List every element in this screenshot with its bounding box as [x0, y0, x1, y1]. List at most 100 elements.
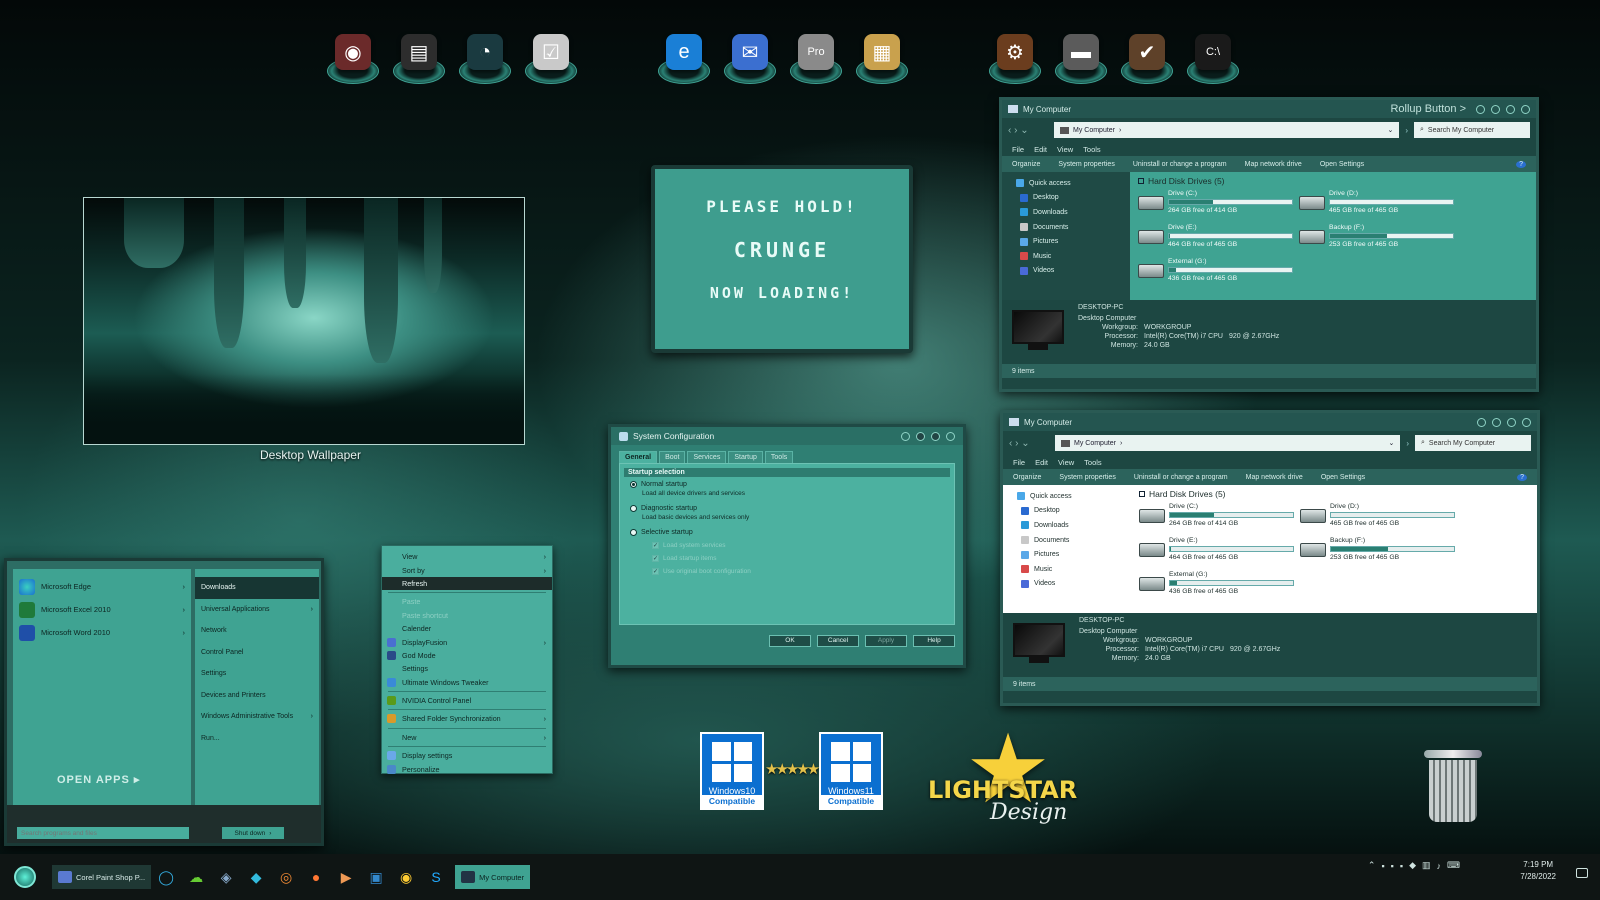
- drive-tile[interactable]: Drive (E:) 464 GB free of 465 GB: [1139, 537, 1294, 565]
- media-app-icon[interactable]: ▶: [335, 866, 357, 888]
- minimize-button[interactable]: [1491, 104, 1500, 114]
- edge-browser-icon[interactable]: e: [654, 30, 714, 90]
- close-button[interactable]: [1522, 417, 1531, 427]
- drive-tile[interactable]: Drive (C:) 264 GB free of 414 GB: [1138, 190, 1293, 218]
- menu-item-sort-by[interactable]: Sort by ›: [382, 563, 552, 576]
- terminal-app-icon[interactable]: C:\: [1183, 30, 1243, 90]
- explorer-app-icon[interactable]: ▣: [365, 866, 387, 888]
- close-button[interactable]: [1521, 104, 1530, 114]
- load-startup-items-checkbox[interactable]: ✓ Load startup items: [652, 555, 944, 562]
- rollup-circle-button[interactable]: [1476, 104, 1485, 114]
- cassette-app-icon[interactable]: ▤: [389, 30, 449, 90]
- command-system-properties[interactable]: System properties: [1058, 161, 1114, 168]
- drive-tile[interactable]: Drive (D:) 465 GB free of 465 GB: [1300, 503, 1455, 531]
- forward-icon[interactable]: ›: [1406, 439, 1409, 448]
- menu-item-paste-shortcut[interactable]: Paste shortcut: [382, 609, 552, 622]
- selective-startup-radio[interactable]: Selective startup: [630, 529, 944, 536]
- language-icon[interactable]: ⌨: [1447, 860, 1460, 871]
- minimize-button[interactable]: [1492, 417, 1501, 427]
- help-icon[interactable]: ?: [1517, 473, 1527, 481]
- help-button[interactable]: Help: [913, 635, 955, 647]
- maximize-button[interactable]: [1506, 104, 1515, 114]
- start-place-windows-administrative-tools[interactable]: Windows Administrative Tools ›: [195, 706, 319, 728]
- tab-boot[interactable]: Boot: [659, 451, 686, 463]
- menu-item-paste[interactable]: Paste: [382, 595, 552, 608]
- menu-item-nvidia-control-panel[interactable]: NVIDIA Control Panel: [382, 694, 552, 707]
- nav-item-desktop[interactable]: Desktop: [1017, 504, 1131, 519]
- search-box[interactable]: ⌕ Search My Computer: [1415, 435, 1531, 451]
- command-system-properties[interactable]: System properties: [1059, 474, 1115, 481]
- nav-arrows[interactable]: ‹ › ⌄: [1009, 438, 1049, 449]
- nav-item-pictures[interactable]: Pictures: [1017, 547, 1131, 562]
- command-uninstall-or-change-a-program[interactable]: Uninstall or change a program: [1133, 161, 1227, 168]
- google-earth-pro-icon[interactable]: Pro: [786, 30, 846, 90]
- tray-app-icon[interactable]: ▪: [1381, 861, 1384, 871]
- drive-tile[interactable]: External (G:) 436 GB free of 465 GB: [1138, 258, 1293, 286]
- command-organize[interactable]: Organize: [1013, 474, 1041, 481]
- menu-item-displayfusion[interactable]: DisplayFusion ›: [382, 635, 552, 648]
- start-item-excel[interactable]: Microsoft Excel 2010 ›: [13, 598, 191, 621]
- tab-tools[interactable]: Tools: [764, 451, 794, 463]
- open-apps-button[interactable]: OPEN APPS ▸: [57, 773, 140, 786]
- chrome-icon[interactable]: ◉: [395, 866, 417, 888]
- notification-icon[interactable]: [1576, 868, 1588, 878]
- start-place-network[interactable]: Network: [195, 620, 319, 642]
- tab-startup[interactable]: Startup: [728, 451, 763, 463]
- security-icon[interactable]: ◆: [1409, 860, 1416, 871]
- start-place-settings[interactable]: Settings: [195, 663, 319, 685]
- command-uninstall-or-change-a-program[interactable]: Uninstall or change a program: [1134, 474, 1228, 481]
- menu-file[interactable]: File: [1013, 458, 1025, 467]
- tab-general[interactable]: General: [619, 451, 658, 463]
- maximize-button[interactable]: [931, 431, 940, 441]
- tray-expand-icon[interactable]: ⌃: [1368, 860, 1376, 871]
- cortana-icon[interactable]: ◯: [155, 866, 177, 888]
- tab-services[interactable]: Services: [687, 451, 727, 463]
- nav-item-music[interactable]: Music: [1017, 562, 1131, 577]
- menu-item-new[interactable]: New ›: [382, 731, 552, 744]
- menu-edit[interactable]: Edit: [1034, 145, 1047, 154]
- nav-item-videos[interactable]: Videos: [1016, 264, 1130, 279]
- start-place-devices-and-printers[interactable]: Devices and Printers: [195, 685, 319, 707]
- start-place-universal-applications[interactable]: Universal Applications ›: [195, 599, 319, 621]
- check-tool-icon[interactable]: ✔: [1117, 30, 1177, 90]
- title-bar[interactable]: My Computer: [1003, 413, 1537, 431]
- menu-item-refresh[interactable]: Refresh: [382, 576, 552, 591]
- nav-item-quick-access[interactable]: Quick access: [1016, 176, 1130, 191]
- start-place-downloads[interactable]: Downloads: [195, 577, 319, 599]
- command-open-settings[interactable]: Open Settings: [1321, 474, 1365, 481]
- apply-button[interactable]: Apply: [865, 635, 907, 647]
- menu-item-personalize[interactable]: Personalize: [382, 762, 552, 775]
- menu-tools[interactable]: Tools: [1084, 458, 1102, 467]
- address-bar[interactable]: My Computer › ⌄: [1055, 435, 1401, 451]
- drive-tile[interactable]: Drive (E:) 464 GB free of 465 GB: [1138, 224, 1293, 252]
- drives-group-header[interactable]: Hard Disk Drives (5): [1139, 489, 1529, 499]
- forward-icon[interactable]: ›: [1405, 126, 1408, 135]
- address-bar[interactable]: My Computer › ⌄: [1054, 122, 1400, 138]
- command-open-settings[interactable]: Open Settings: [1320, 161, 1364, 168]
- checklist-app-icon[interactable]: ☑: [521, 30, 581, 90]
- target-app-icon[interactable]: ◎: [275, 866, 297, 888]
- normal-startup-radio[interactable]: Normal startup: [630, 481, 944, 488]
- diagnostic-startup-radio[interactable]: Diagnostic startup: [630, 505, 944, 512]
- recycle-bin-icon[interactable]: [1424, 750, 1482, 824]
- thunderbird-mail-icon[interactable]: ✉: [720, 30, 780, 90]
- drive-tile[interactable]: Backup (F:) 253 GB free of 465 GB: [1300, 537, 1455, 565]
- skype-icon[interactable]: S: [425, 866, 447, 888]
- gauge-app-icon[interactable]: ◔: [455, 30, 515, 90]
- help-icon[interactable]: ?: [1516, 160, 1526, 168]
- drives-group-header[interactable]: Hard Disk Drives (5): [1138, 176, 1528, 186]
- steampunk-app-icon[interactable]: ⚙: [985, 30, 1045, 90]
- menu-item-view[interactable]: View ›: [382, 550, 552, 563]
- nav-item-documents[interactable]: Documents: [1016, 220, 1130, 235]
- command-map-network-drive[interactable]: Map network drive: [1245, 161, 1302, 168]
- command-map-network-drive[interactable]: Map network drive: [1246, 474, 1303, 481]
- menu-file[interactable]: File: [1012, 145, 1024, 154]
- chrome-drive-icon[interactable]: ▬: [1051, 30, 1111, 90]
- cursor-app-icon[interactable]: ◈: [215, 866, 237, 888]
- drive-tile[interactable]: Drive (D:) 465 GB free of 465 GB: [1299, 190, 1454, 218]
- title-bar[interactable]: System Configuration: [611, 427, 963, 445]
- load-system-services-checkbox[interactable]: ✓ Load system services: [652, 542, 944, 549]
- start-orb-button[interactable]: [14, 866, 36, 888]
- nav-item-documents[interactable]: Documents: [1017, 533, 1131, 548]
- chevron-down-icon[interactable]: ⌄: [1387, 126, 1393, 134]
